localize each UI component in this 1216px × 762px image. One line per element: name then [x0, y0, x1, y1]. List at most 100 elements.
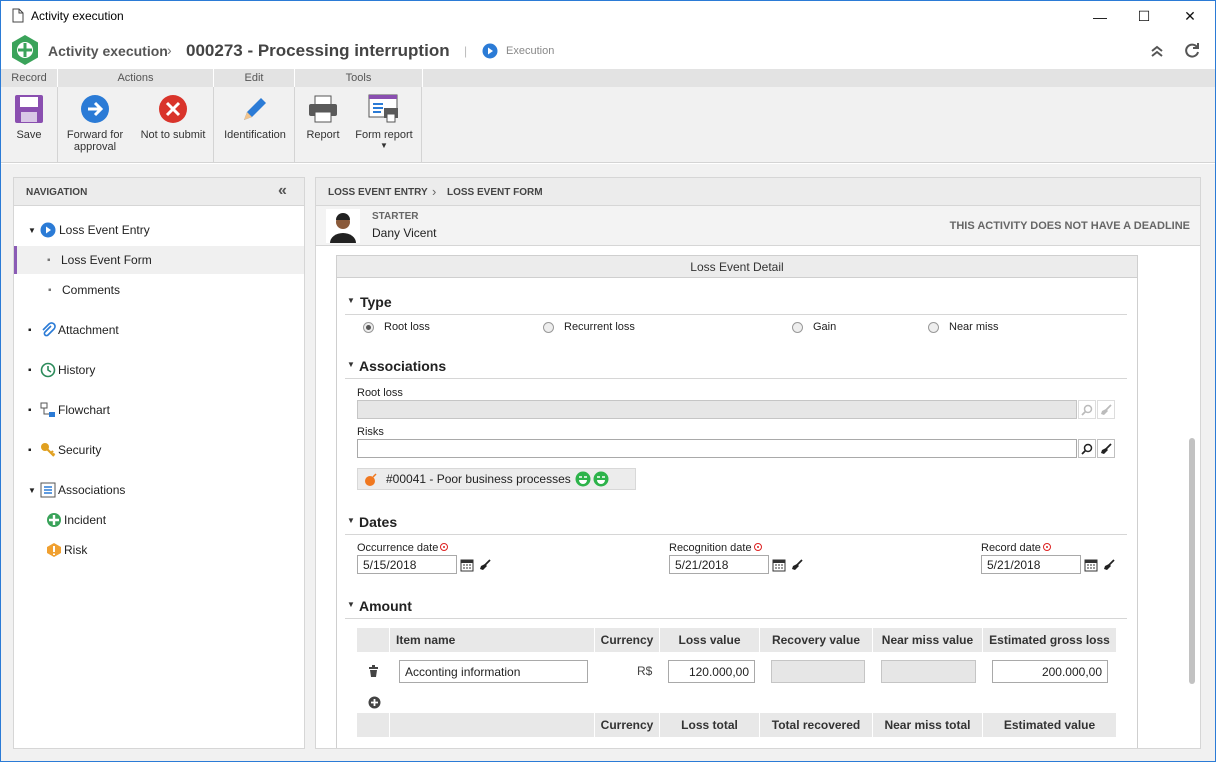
risks-field[interactable]	[357, 439, 1077, 458]
starter-name: Dany Vicent	[372, 226, 437, 240]
root-loss-search-button[interactable]	[1078, 400, 1096, 419]
total-column-estimated-value: Estimated value	[983, 713, 1117, 737]
report-label: Report	[306, 129, 340, 141]
recognition-clear-button[interactable]	[788, 555, 806, 574]
broom-icon	[1104, 558, 1115, 570]
nav-item-security[interactable]: ▪ Security	[14, 436, 304, 464]
risk-tag-label: #00041 - Poor business processes	[386, 472, 571, 486]
nav-label: History	[58, 363, 96, 377]
recovery-value-input[interactable]	[771, 660, 865, 683]
identification-label: Identification	[224, 129, 286, 141]
add-row-icon[interactable]	[368, 696, 381, 709]
record-calendar-button[interactable]	[1082, 555, 1100, 574]
nav-label: Security	[58, 443, 102, 457]
report-button[interactable]: Report	[300, 87, 346, 163]
risks-search-button[interactable]	[1078, 439, 1096, 458]
total-column-currency: Currency	[595, 713, 660, 737]
section-amount: Amount	[359, 598, 412, 614]
column-near-miss-value[interactable]: Near miss value	[873, 628, 983, 652]
nav-item-attachment[interactable]: ▪ Attachment	[14, 316, 304, 344]
caret-down-icon[interactable]: ▼	[28, 486, 40, 495]
save-button[interactable]: Save	[5, 87, 53, 163]
occurrence-calendar-button[interactable]	[458, 555, 476, 574]
forward-for-approval-button[interactable]: Forward for approval	[61, 87, 129, 163]
app-name[interactable]: Activity execution	[48, 43, 168, 59]
grid-header-spacer	[357, 713, 390, 737]
caret-down-icon[interactable]: ▼	[347, 296, 355, 305]
breadcrumb-loss-event-entry[interactable]: LOSS EVENT ENTRY	[328, 187, 428, 198]
nav-item-loss-event-entry[interactable]: ▼ Loss Event Entry	[14, 216, 304, 244]
search-icon	[1081, 404, 1093, 416]
close-window-button[interactable]: ✕	[1167, 1, 1213, 32]
starter-bar: STARTER Dany Vicent THIS ACTIVITY DOES N…	[316, 206, 1200, 246]
grid-header-spacer	[390, 713, 595, 737]
column-estimated-gross-loss[interactable]: Estimated gross loss	[983, 628, 1117, 652]
near-miss-value-input[interactable]	[881, 660, 976, 683]
root-loss-clear-button[interactable]	[1097, 400, 1115, 419]
caret-down-icon[interactable]: ▼	[347, 600, 355, 609]
item-name-input[interactable]: Acconting information	[399, 660, 588, 683]
risk-tag[interactable]: #00041 - Poor business processes	[357, 468, 636, 490]
minimize-button[interactable]: —	[1077, 1, 1123, 32]
maximize-button[interactable]: ☐	[1121, 1, 1167, 32]
bullet-icon: ▪	[28, 404, 32, 416]
column-currency[interactable]: Currency	[595, 628, 660, 652]
amount-grid-header: Item name Currency Loss value Recovery v…	[357, 628, 1117, 652]
bullet-icon: ▪	[28, 444, 32, 456]
vertical-scrollbar[interactable]	[1189, 438, 1195, 684]
table-row: Acconting information R$ 120.000,00 200.…	[357, 652, 1117, 688]
loss-value-input[interactable]: 120.000,00	[668, 660, 755, 683]
trash-icon[interactable]	[368, 665, 379, 677]
nav-item-comments[interactable]: ▪ Comments	[14, 276, 304, 304]
page-header: Activity execution › 000273 - Processing…	[1, 32, 1215, 70]
caret-down-icon[interactable]: ▼	[347, 360, 355, 369]
dropdown-arrow-icon[interactable]: ▼	[351, 141, 417, 150]
nav-item-flowchart[interactable]: ▪ Flowchart	[14, 396, 304, 424]
not-to-submit-button[interactable]: Not to submit	[135, 87, 211, 163]
form-report-button[interactable]: Form report ▼	[351, 87, 417, 163]
total-column-near-miss-total: Near miss total	[873, 713, 983, 737]
recognition-date-input[interactable]: 5/21/2018	[669, 555, 769, 574]
recognition-calendar-button[interactable]	[770, 555, 788, 574]
caret-down-icon[interactable]: ▼	[347, 516, 355, 525]
grid-header-spacer	[357, 628, 390, 652]
bullet-icon: ▪	[48, 284, 52, 296]
identification-button[interactable]: Identification	[218, 87, 292, 163]
collapse-left-icon[interactable]: «	[278, 182, 287, 200]
nav-item-loss-event-form[interactable]: ▪ Loss Event Form	[14, 246, 304, 274]
collapse-up-icon[interactable]	[1150, 44, 1164, 58]
occurrence-date-input[interactable]: 5/15/2018	[357, 555, 457, 574]
caret-down-icon[interactable]: ▼	[28, 226, 40, 235]
record-clear-button[interactable]	[1100, 555, 1118, 574]
risks-clear-button[interactable]	[1097, 439, 1115, 458]
play-status-icon	[482, 43, 498, 59]
nav-item-risk[interactable]: Risk	[14, 536, 304, 564]
header-separator: |	[464, 44, 468, 58]
key-icon	[41, 443, 56, 457]
record-date-input[interactable]: 5/21/2018	[981, 555, 1081, 574]
refresh-icon[interactable]	[1183, 42, 1201, 60]
amount-totals-header: Currency Loss total Total recovered Near…	[357, 713, 1117, 737]
occurrence-clear-button[interactable]	[476, 555, 494, 574]
not-submit-label: Not to submit	[140, 129, 206, 141]
nav-item-associations[interactable]: ▼ Associations	[14, 476, 304, 504]
column-loss-value[interactable]: Loss value	[660, 628, 760, 652]
save-label: Save	[16, 129, 42, 141]
broom-icon	[1101, 403, 1112, 415]
radio-root-loss[interactable]	[363, 322, 374, 333]
divider	[345, 534, 1127, 535]
nav-item-incident[interactable]: Incident	[14, 506, 304, 534]
root-loss-field[interactable]	[357, 400, 1077, 419]
radio-recurrent-loss[interactable]	[543, 322, 554, 333]
radio-gain[interactable]	[792, 322, 803, 333]
column-item-name[interactable]: Item name	[390, 628, 595, 652]
estimated-gross-loss-input[interactable]: 200.000,00	[992, 660, 1108, 683]
nav-item-history[interactable]: ▪ History	[14, 356, 304, 384]
recognition-date-label-group: Recognition date	[669, 542, 762, 554]
radio-near-miss[interactable]	[928, 322, 939, 333]
navigation-panel: NAVIGATION « ▼ Loss Event Entry ▪ Loss E…	[13, 177, 305, 749]
risk-warning-icon	[47, 543, 61, 557]
radio-gain-label: Gain	[813, 321, 837, 333]
column-recovery-value[interactable]: Recovery value	[760, 628, 873, 652]
main-breadcrumb: LOSS EVENT ENTRY › LOSS EVENT FORM	[316, 178, 1200, 206]
